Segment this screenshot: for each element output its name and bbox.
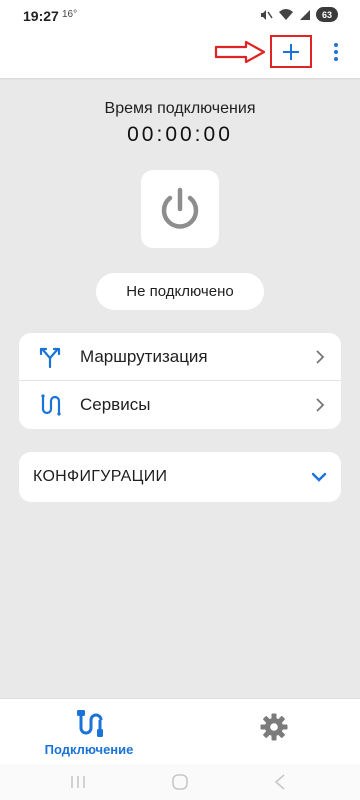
battery-indicator: 63 [316,7,338,22]
chevron-down-icon [311,472,327,482]
back-icon[interactable] [270,772,290,792]
add-config-button[interactable] [270,35,312,68]
services-icon [37,392,63,418]
nav-tab-connection[interactable]: Подключение [30,705,148,761]
recent-apps-icon[interactable] [68,772,88,792]
annotation-arrow-icon [214,40,266,64]
status-time: 19:27 [23,8,59,24]
configurations-title: КОНФИГУРАЦИИ [33,468,168,485]
chevron-right-icon [316,398,325,412]
nav-tab-settings[interactable] [252,709,296,745]
bottom-navigation: Подключение [0,698,360,765]
power-icon [161,187,199,229]
dot-icon [334,43,338,47]
routing-icon [37,344,63,370]
power-button[interactable] [141,170,219,248]
connection-timer: 00:00:00 [127,123,233,146]
status-bar: 19:27 16° 63 [0,0,360,32]
more-options-button[interactable] [326,37,346,67]
plus-icon [283,43,299,60]
menu-item-routing[interactable]: Маршрутизация [19,333,341,381]
menu-item-services[interactable]: Сервисы [19,381,341,429]
signal-icon [300,9,310,20]
status-icons: 63 [259,7,338,22]
dot-icon [334,50,338,54]
configurations-section[interactable]: КОНФИГУРАЦИИ [19,452,341,502]
nav-tab-label: Подключение [44,742,134,757]
gear-icon [260,713,288,741]
wifi-icon [279,9,293,20]
system-navigation-bar [0,764,360,800]
connection-status-badge: Не подключено [96,273,264,310]
menu-item-label: Сервисы [80,395,151,414]
chevron-right-icon [316,350,325,364]
connection-icon [77,710,103,737]
dot-icon [334,57,338,61]
menu-card: Маршрутизация Сервисы [19,333,341,429]
mute-icon [261,9,273,20]
menu-item-label: Маршрутизация [80,347,208,366]
status-temperature: 16° [62,9,78,20]
connection-time-label: Время подключения [104,100,256,117]
home-icon[interactable] [170,772,190,792]
